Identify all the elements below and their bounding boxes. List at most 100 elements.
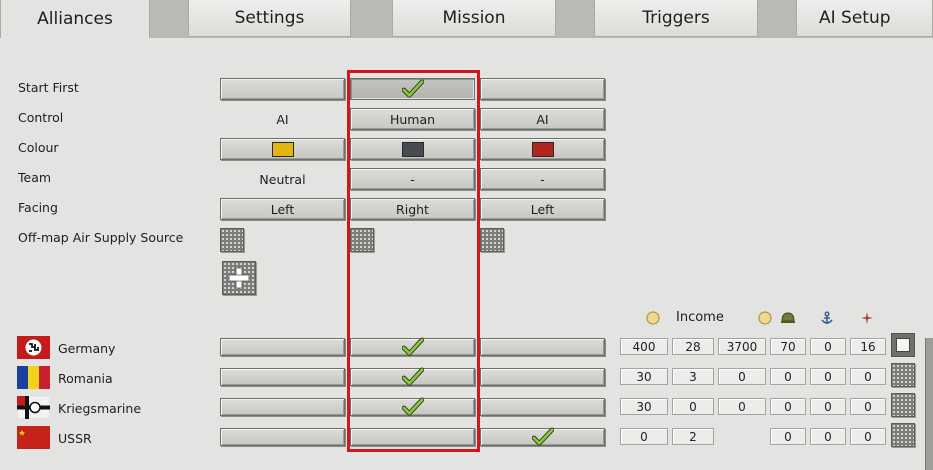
stat-germany-3: 3700 <box>718 338 766 355</box>
side-name-ussr: USSR <box>58 431 92 446</box>
side-name-germany: Germany <box>58 341 116 356</box>
stat-kriegsmarine-4: 0 <box>770 398 806 415</box>
control-button-2[interactable]: Human <box>350 108 475 130</box>
plane-icon <box>861 312 873 324</box>
tab-triggers[interactable]: Triggers <box>594 0 758 37</box>
colour-swatch <box>271 141 294 157</box>
stat-ussr-5: 0 <box>810 428 846 445</box>
helmet-icon <box>781 312 795 323</box>
team-value-1: Neutral <box>259 171 306 187</box>
label-air-supply: Off-map Air Supply Source <box>18 230 184 245</box>
stat-germany-income: 400 <box>620 338 668 355</box>
anchor-icon <box>821 311 833 324</box>
stat-ussr-income: 0 <box>620 428 668 445</box>
stat-kriegsmarine-5: 0 <box>810 398 846 415</box>
assign-kriegsmarine-player-2[interactable] <box>350 398 475 416</box>
check-icon <box>532 427 554 447</box>
add-side-button[interactable] <box>222 261 256 295</box>
label-facing: Facing <box>18 200 58 215</box>
tab-bar: Alliances Settings Mission Triggers AI S… <box>0 0 933 38</box>
control-value-1: AI <box>276 111 289 127</box>
stat-romania-5: 0 <box>810 368 846 385</box>
stat-romania-6: 0 <box>850 368 886 385</box>
stat-romania-income: 30 <box>620 368 668 385</box>
team-button-3[interactable]: - <box>480 168 605 190</box>
stat-romania-3: 0 <box>718 368 766 385</box>
checkbox-box <box>896 338 910 352</box>
assign-ussr-player-1[interactable] <box>220 428 345 446</box>
romania-flag-icon <box>17 366 50 389</box>
tab-mission[interactable]: Mission <box>392 0 556 37</box>
side-toggle-kriegsmarine[interactable] <box>891 393 915 417</box>
stat-kriegsmarine-6: 0 <box>850 398 886 415</box>
stat-germany-6: 16 <box>850 338 886 355</box>
tab-label: Alliances <box>37 9 113 29</box>
check-icon <box>402 337 424 357</box>
stat-kriegsmarine-3: 0 <box>718 398 766 415</box>
control-button-3[interactable]: AI <box>480 108 605 130</box>
facing-button-1[interactable]: Left <box>220 198 345 220</box>
assign-kriegsmarine-player-1[interactable] <box>220 398 345 416</box>
stat-germany-2: 28 <box>672 338 714 355</box>
assign-romania-player-3[interactable] <box>480 368 605 386</box>
side-toggle-romania[interactable] <box>891 363 915 387</box>
income-header: Income <box>676 310 724 325</box>
coin-icon <box>646 311 660 325</box>
start-first-button-3[interactable] <box>480 78 605 100</box>
air-supply-toggle-1[interactable] <box>220 228 244 252</box>
check-icon <box>402 367 424 387</box>
check-icon <box>402 397 424 417</box>
tab-ai-setup[interactable]: AI Setup <box>796 0 933 37</box>
tab-alliances[interactable]: Alliances <box>0 0 150 38</box>
stat-romania-2: 3 <box>672 368 714 385</box>
side-name-romania: Romania <box>58 371 113 386</box>
ussr-flag-icon <box>17 426 50 449</box>
assign-ussr-player-2[interactable] <box>350 428 475 446</box>
assign-germany-player-3[interactable] <box>480 338 605 356</box>
label-start-first: Start First <box>18 80 79 95</box>
germany-flag-icon <box>17 336 50 359</box>
label-colour: Colour <box>18 140 59 155</box>
start-first-button-2[interactable] <box>350 78 475 100</box>
facing-button-3[interactable]: Left <box>480 198 605 220</box>
tab-label: Settings <box>234 8 305 28</box>
colour-swatch <box>401 141 424 157</box>
label-team: Team <box>18 170 52 185</box>
assign-germany-player-1[interactable] <box>220 338 345 356</box>
scrollbar[interactable] <box>925 338 933 470</box>
check-icon <box>402 79 424 99</box>
facing-button-2[interactable]: Right <box>350 198 475 220</box>
team-button-2[interactable]: - <box>350 168 475 190</box>
coin-icon <box>758 311 772 325</box>
tab-settings[interactable]: Settings <box>188 0 351 37</box>
plus-icon <box>228 267 250 289</box>
stat-kriegsmarine-income: 30 <box>620 398 668 415</box>
stat-kriegsmarine-2: 0 <box>672 398 714 415</box>
colour-swatch <box>531 141 554 157</box>
assign-kriegsmarine-player-3[interactable] <box>480 398 605 416</box>
air-supply-toggle-3[interactable] <box>480 228 504 252</box>
assign-ussr-player-3[interactable] <box>480 428 605 446</box>
start-first-button-1[interactable] <box>220 78 345 100</box>
label-control: Control <box>18 110 64 125</box>
side-name-kriegsmarine: Kriegsmarine <box>58 401 142 416</box>
stat-germany-4: 70 <box>770 338 806 355</box>
assign-romania-player-1[interactable] <box>220 368 345 386</box>
stat-romania-4: 0 <box>770 368 806 385</box>
stat-ussr-6: 0 <box>850 428 886 445</box>
tab-label: Mission <box>442 8 506 28</box>
assign-germany-player-2[interactable] <box>350 338 475 356</box>
stat-ussr-4: 0 <box>770 428 806 445</box>
assign-romania-player-2[interactable] <box>350 368 475 386</box>
colour-button-2[interactable] <box>350 138 475 160</box>
tab-label: AI Setup <box>819 8 891 28</box>
side-toggle-ussr[interactable] <box>891 423 915 447</box>
kriegsmarine-flag-icon <box>17 396 50 419</box>
side-toggle-germany[interactable] <box>891 333 915 357</box>
stat-ussr-2: 2 <box>672 428 714 445</box>
tab-label: Triggers <box>642 8 710 28</box>
colour-button-3[interactable] <box>480 138 605 160</box>
stat-germany-5: 0 <box>810 338 846 355</box>
air-supply-toggle-2[interactable] <box>350 228 374 252</box>
colour-button-1[interactable] <box>220 138 345 160</box>
